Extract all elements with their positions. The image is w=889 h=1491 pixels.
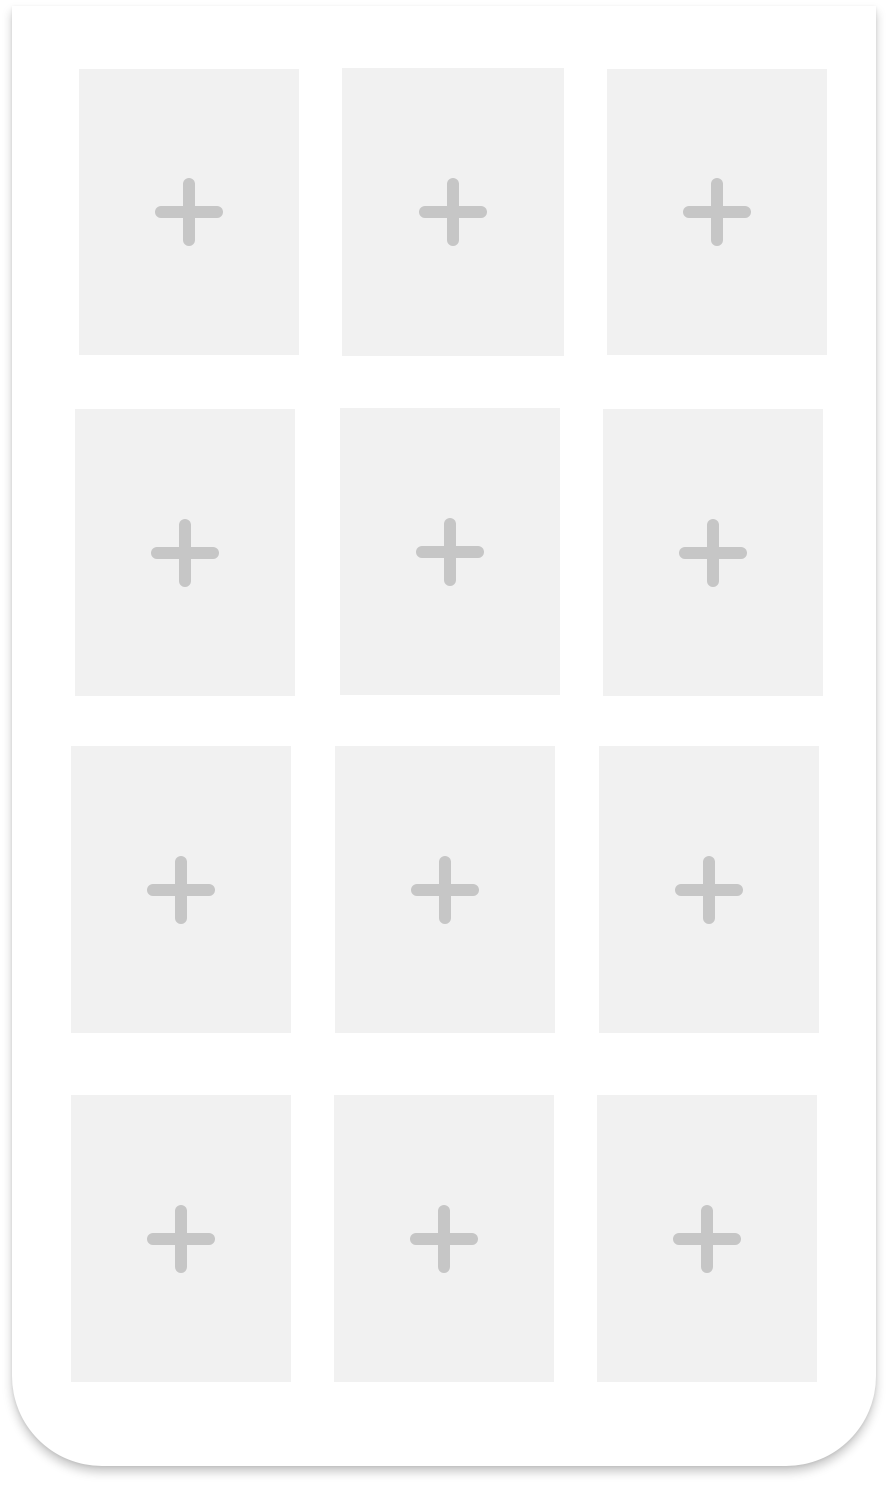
plus-icon-glyph <box>683 178 751 246</box>
add-photo-slot-9[interactable] <box>599 746 819 1033</box>
add-photo-slot-8[interactable] <box>335 746 555 1033</box>
add-photo-slot-1[interactable] <box>79 69 299 355</box>
plus-icon <box>683 178 751 246</box>
add-photo-slot-11[interactable] <box>334 1095 554 1382</box>
plus-icon-glyph <box>675 855 743 924</box>
plus-icon-glyph <box>147 1204 215 1273</box>
plus-icon-glyph <box>673 1204 741 1273</box>
plus-icon-glyph <box>147 855 215 924</box>
plus-icon <box>155 178 223 246</box>
add-photo-slot-6[interactable] <box>603 409 823 696</box>
add-photo-slot-5[interactable] <box>340 408 560 695</box>
add-photo-slot-7[interactable] <box>71 746 291 1033</box>
plus-icon <box>147 855 215 924</box>
plus-icon-glyph <box>151 518 219 587</box>
plus-icon <box>410 1204 478 1273</box>
plus-icon-glyph <box>679 518 747 587</box>
plus-icon-glyph <box>411 855 479 924</box>
plus-icon <box>411 855 479 924</box>
plus-icon-glyph <box>410 1204 478 1273</box>
add-photo-slot-3[interactable] <box>607 69 827 355</box>
plus-icon-glyph <box>155 178 223 246</box>
plus-icon <box>679 518 747 587</box>
add-photo-slot-12[interactable] <box>597 1095 817 1382</box>
plus-icon <box>673 1204 741 1273</box>
plus-icon <box>419 178 487 246</box>
plus-icon-glyph <box>419 178 487 246</box>
plus-icon-glyph <box>416 517 484 586</box>
add-photo-slot-10[interactable] <box>71 1095 291 1382</box>
add-photo-slot-4[interactable] <box>75 409 295 696</box>
plus-icon <box>151 518 219 587</box>
plus-icon <box>416 517 484 586</box>
plus-icon <box>675 855 743 924</box>
add-photo-slot-2[interactable] <box>342 68 564 356</box>
plus-icon <box>147 1204 215 1273</box>
